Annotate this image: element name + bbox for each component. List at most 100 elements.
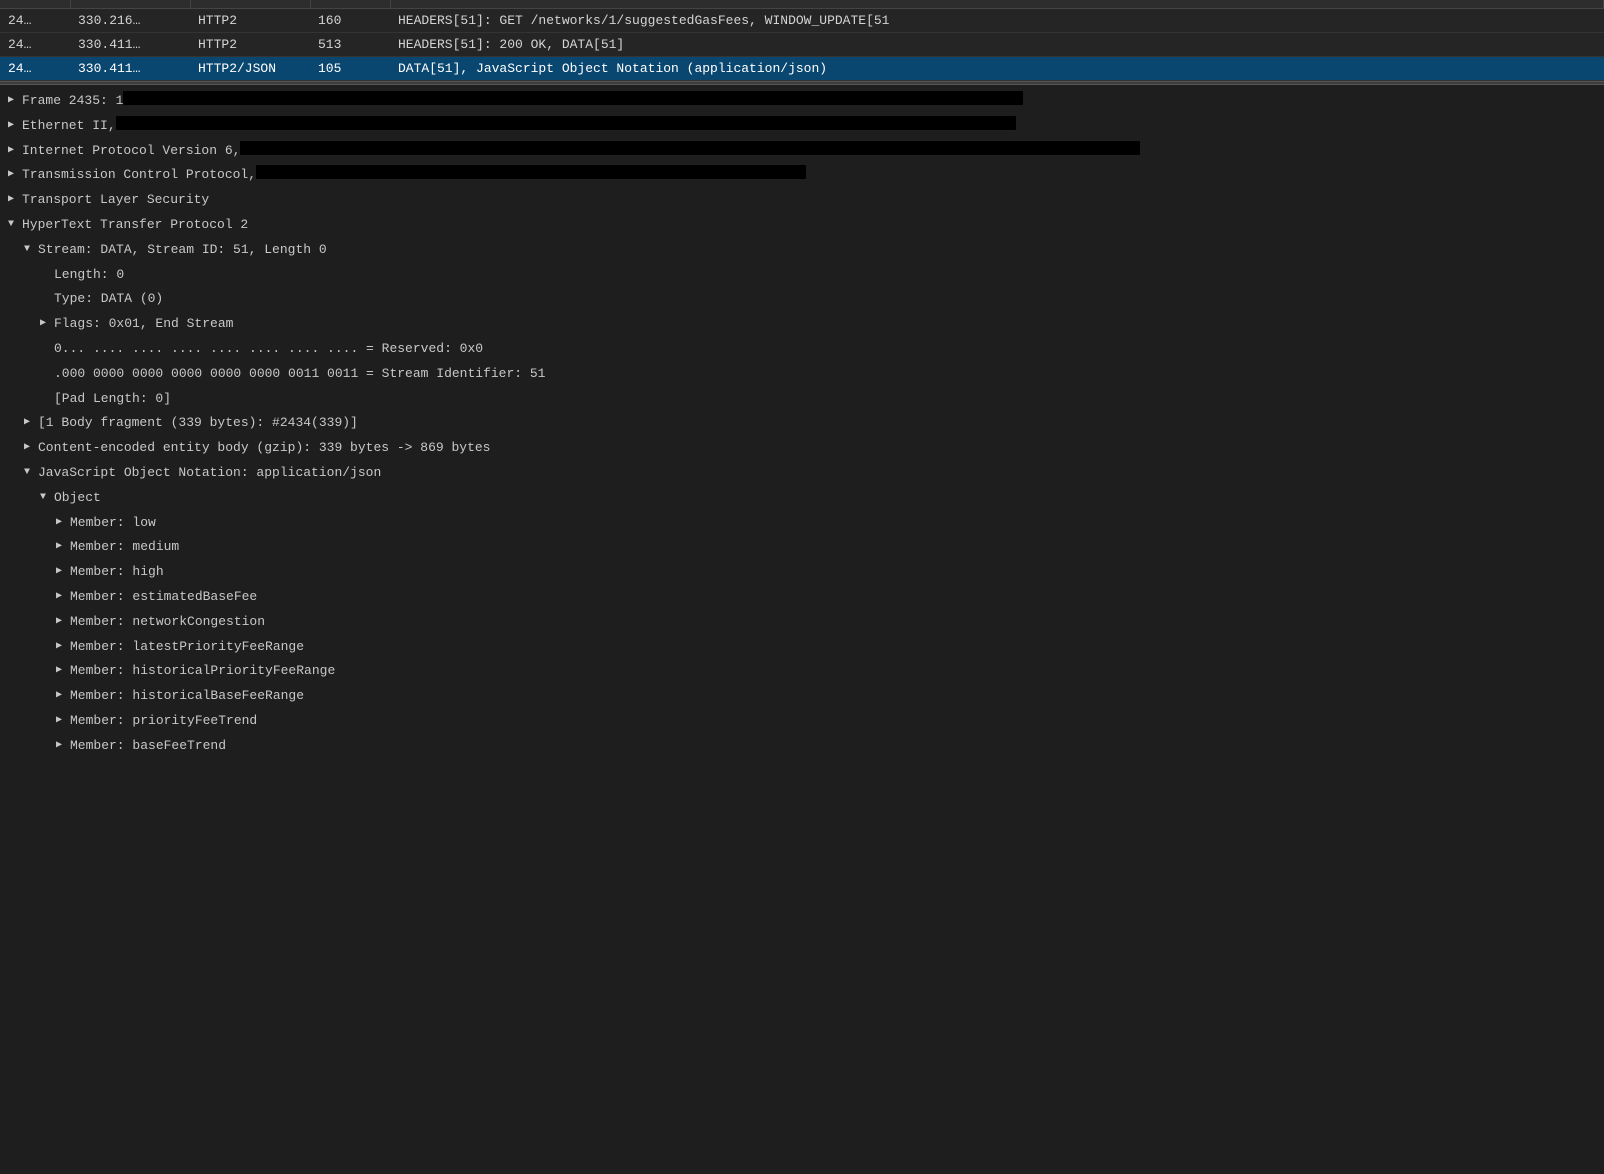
detail-row[interactable]: Type: DATA (0) (0, 287, 1604, 312)
col-header-time (70, 0, 190, 9)
col-header-info (390, 0, 1604, 9)
detail-row[interactable]: ▶ Member: high (0, 560, 1604, 585)
detail-row[interactable]: ▶ Member: networkCongestion (0, 610, 1604, 635)
cell-no: 24… (0, 33, 70, 57)
table-row[interactable]: 24…330.411…HTTP2513HEADERS[51]: 200 OK, … (0, 33, 1604, 57)
packet-table: 24…330.216…HTTP2160HEADERS[51]: GET /net… (0, 0, 1604, 81)
detail-label: Member: latestPriorityFeeRange (70, 637, 304, 658)
detail-row[interactable]: ▶ Flags: 0x01, End Stream (0, 312, 1604, 337)
detail-row[interactable]: ▶ Member: priorityFeeTrend (0, 709, 1604, 734)
detail-row[interactable]: ▶ Ethernet II, (0, 114, 1604, 139)
expand-icon: ▶ (56, 562, 70, 580)
cell-info: HEADERS[51]: 200 OK, DATA[51] (390, 33, 1604, 57)
detail-row[interactable]: ▶ Member: baseFeeTrend (0, 734, 1604, 759)
expand-icon: ▶ (8, 190, 22, 208)
table-header-row (0, 0, 1604, 9)
expand-icon: ▶ (40, 314, 54, 332)
detail-row[interactable]: ▼ Stream: DATA, Stream ID: 51, Length 0 (0, 238, 1604, 263)
cell-no: 24… (0, 9, 70, 33)
detail-label: Member: networkCongestion (70, 612, 265, 633)
detail-label: Member: historicalPriorityFeeRange (70, 661, 335, 682)
expand-icon: ▼ (24, 240, 38, 258)
detail-label: Object (54, 488, 101, 509)
app-container: 24…330.216…HTTP2160HEADERS[51]: GET /net… (0, 0, 1604, 763)
detail-label: Member: estimatedBaseFee (70, 587, 257, 608)
detail-label: Member: priorityFeeTrend (70, 711, 257, 732)
cell-time: 330.216… (70, 9, 190, 33)
detail-label: Length: 0 (54, 265, 124, 286)
redacted-block (116, 116, 1016, 130)
detail-row[interactable]: 0... .... .... .... .... .... .... .... … (0, 337, 1604, 362)
detail-row[interactable]: [Pad Length: 0] (0, 387, 1604, 412)
expand-icon: ▼ (24, 463, 38, 481)
detail-label: Flags: 0x01, End Stream (54, 314, 233, 335)
detail-label: Member: low (70, 513, 156, 534)
redacted-block (240, 141, 1140, 155)
packet-list-panel: 24…330.216…HTTP2160HEADERS[51]: GET /net… (0, 0, 1604, 81)
expand-icon: ▶ (56, 537, 70, 555)
detail-row[interactable]: ▶ Content-encoded entity body (gzip): 33… (0, 436, 1604, 461)
detail-label: [1 Body fragment (339 bytes): #2434(339)… (38, 413, 358, 434)
detail-label: 0... .... .... .... .... .... .... .... … (54, 339, 483, 360)
cell-protocol: HTTP2 (190, 9, 310, 33)
expand-icon (40, 289, 54, 291)
expand-icon: ▶ (56, 637, 70, 655)
expand-icon (40, 339, 54, 341)
detail-label: Content-encoded entity body (gzip): 339 … (38, 438, 490, 459)
table-row[interactable]: 24…330.216…HTTP2160HEADERS[51]: GET /net… (0, 9, 1604, 33)
detail-row[interactable]: ▶ Member: historicalBaseFeeRange (0, 684, 1604, 709)
expand-icon (40, 265, 54, 267)
detail-row[interactable]: ▶ Member: low (0, 511, 1604, 536)
expand-icon: ▶ (56, 513, 70, 531)
detail-row[interactable]: ▶ Transport Layer Security (0, 188, 1604, 213)
cell-length: 160 (310, 9, 390, 33)
cell-info: DATA[51], JavaScript Object Notation (ap… (390, 57, 1604, 81)
expand-icon: ▶ (56, 661, 70, 679)
cell-protocol: HTTP2/JSON (190, 57, 310, 81)
detail-row[interactable]: Length: 0 (0, 263, 1604, 288)
detail-label: Transmission Control Protocol, (22, 165, 256, 186)
detail-label: Member: baseFeeTrend (70, 736, 226, 757)
expand-icon (40, 389, 54, 391)
expand-icon: ▼ (8, 215, 22, 233)
expand-icon: ▶ (56, 587, 70, 605)
detail-row[interactable]: ▶ Member: estimatedBaseFee (0, 585, 1604, 610)
detail-label: Internet Protocol Version 6, (22, 141, 240, 162)
col-header-protocol (190, 0, 310, 9)
cell-length: 105 (310, 57, 390, 81)
expand-icon: ▶ (8, 141, 22, 159)
detail-row[interactable]: ▼ Object (0, 486, 1604, 511)
detail-label: [Pad Length: 0] (54, 389, 171, 410)
detail-label: Ethernet II, (22, 116, 116, 137)
cell-time: 330.411… (70, 33, 190, 57)
cell-no: 24… (0, 57, 70, 81)
detail-label: Member: historicalBaseFeeRange (70, 686, 304, 707)
expand-icon: ▶ (8, 91, 22, 109)
detail-row[interactable]: ▶ Member: medium (0, 535, 1604, 560)
col-header-no (0, 0, 70, 9)
expand-icon: ▶ (8, 165, 22, 183)
detail-label: Transport Layer Security (22, 190, 209, 211)
detail-row[interactable]: ▶ Member: latestPriorityFeeRange (0, 635, 1604, 660)
cell-time: 330.411… (70, 57, 190, 81)
expand-icon: ▶ (56, 711, 70, 729)
detail-row[interactable]: ▶ Member: historicalPriorityFeeRange (0, 659, 1604, 684)
detail-label: Member: high (70, 562, 164, 583)
detail-row[interactable]: ▶ Internet Protocol Version 6, (0, 139, 1604, 164)
redacted-block (123, 91, 1023, 105)
expand-icon: ▶ (56, 612, 70, 630)
detail-label: Stream: DATA, Stream ID: 51, Length 0 (38, 240, 327, 261)
detail-row[interactable]: ▶ Transmission Control Protocol, (0, 163, 1604, 188)
expand-icon (40, 364, 54, 366)
detail-label: Member: medium (70, 537, 179, 558)
col-header-length (310, 0, 390, 9)
detail-row[interactable]: ▶ [1 Body fragment (339 bytes): #2434(33… (0, 411, 1604, 436)
detail-row[interactable]: ▼ JavaScript Object Notation: applicatio… (0, 461, 1604, 486)
cell-length: 513 (310, 33, 390, 57)
table-row[interactable]: 24…330.411…HTTP2/JSON105DATA[51], JavaSc… (0, 57, 1604, 81)
detail-row[interactable]: ▶ Frame 2435: 1 (0, 89, 1604, 114)
expand-icon: ▶ (56, 686, 70, 704)
detail-row[interactable]: .000 0000 0000 0000 0000 0000 0011 0011 … (0, 362, 1604, 387)
detail-row[interactable]: ▼ HyperText Transfer Protocol 2 (0, 213, 1604, 238)
detail-label: JavaScript Object Notation: application/… (38, 463, 381, 484)
